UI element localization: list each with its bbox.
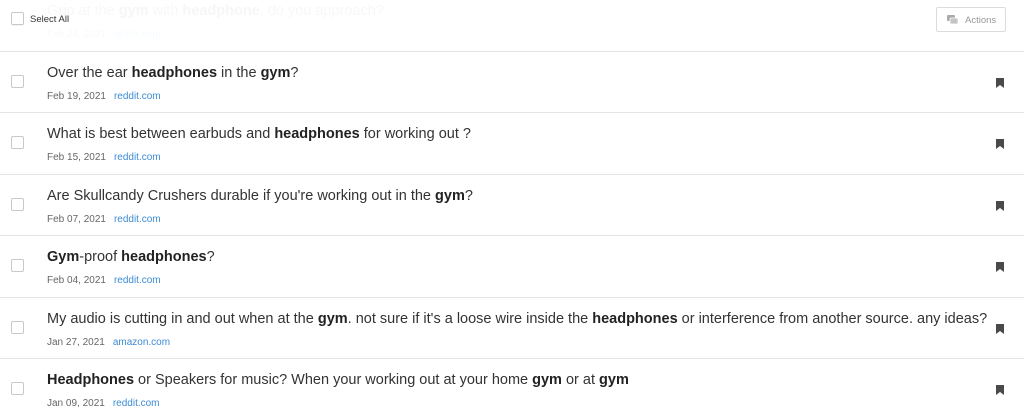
title-text: Are Skullcandy Crushers durable if you'r… <box>47 187 436 204</box>
title-text: ? <box>464 187 473 204</box>
result-source-link[interactable]: reddit.com <box>114 152 161 163</box>
title-text: -proof <box>79 249 122 265</box>
result-row: Headphones or Speakers for music? When y… <box>0 359 1024 418</box>
bookmark-icon[interactable] <box>996 77 1004 88</box>
result-source-link[interactable]: amazon.com <box>113 337 170 348</box>
result-checkbox[interactable] <box>11 136 24 150</box>
bookmark-icon[interactable] <box>996 262 1004 273</box>
result-meta: Feb 04, 2021 reddit.com <box>47 275 161 286</box>
result-date: Jan 09, 2021 <box>47 398 105 409</box>
title-text: My audio is cutting in and out when at t… <box>47 310 318 327</box>
result-checkbox[interactable] <box>11 74 24 88</box>
result-title[interactable]: Gym-proof headphones? <box>47 249 215 265</box>
title-text: or interference from another source. any… <box>677 310 988 327</box>
highlighted-keyword: headphones <box>274 126 360 142</box>
result-date: Feb 19, 2021 <box>47 90 106 102</box>
result-meta: Feb 19, 2021 reddit.com <box>47 91 161 102</box>
result-checkbox[interactable] <box>11 382 24 396</box>
result-row: What is best between earbuds and headpho… <box>0 113 1024 175</box>
result-row: Are Skullcandy Crushers durable if you'r… <box>0 175 1024 236</box>
title-text: . not sure if it's a loose wire inside t… <box>347 310 593 327</box>
title-text: in the <box>217 64 261 81</box>
result-row: Gym-proof headphones? Feb 04, 2021 reddit.… <box>0 236 1024 298</box>
result-date: Feb 04, 2021 <box>47 275 106 286</box>
bookmark-icon[interactable] <box>996 323 1004 334</box>
result-title[interactable]: Over the ear headphones in the gym? <box>47 65 298 81</box>
bookmark-icon[interactable] <box>996 385 1004 396</box>
bookmark-icon[interactable] <box>996 139 1004 150</box>
actions-label: Actions <box>965 15 997 26</box>
title-text: for working out ? <box>359 126 471 142</box>
result-title[interactable]: Are Skullcandy Crushers durable if you'r… <box>47 188 473 204</box>
result-title[interactable]: My audio is cutting in and out when at t… <box>47 311 987 327</box>
title-text: Over the ear <box>47 64 132 81</box>
result-list: Grip at the gym with headphone, do you a… <box>0 0 1024 418</box>
result-meta: Jan 09, 2021 reddit.com <box>47 398 160 409</box>
result-title[interactable]: What is best between earbuds and headpho… <box>47 126 471 142</box>
highlighted-keyword: gym <box>317 310 348 327</box>
result-source-link[interactable]: reddit.com <box>113 398 160 409</box>
select-all-label[interactable]: Select All <box>30 14 69 25</box>
highlighted-keyword: headphones <box>592 310 678 327</box>
result-date: Feb 15, 2021 <box>47 152 106 163</box>
highlighted-keyword: headphones <box>121 249 207 265</box>
result-source-link[interactable]: reddit.com <box>114 91 161 102</box>
result-title[interactable]: Headphones or Speakers for music? When y… <box>47 372 629 388</box>
highlighted-keyword: Gym <box>47 249 80 265</box>
result-row: My audio is cutting in and out when at t… <box>0 298 1024 359</box>
result-source-link[interactable]: reddit.com <box>114 214 161 225</box>
highlighted-keyword: headphones <box>131 64 218 81</box>
highlighted-keyword: gym <box>599 372 629 388</box>
title-text: ? <box>206 249 215 265</box>
highlighted-keyword: gym <box>435 187 465 204</box>
result-date: Feb 07, 2021 <box>47 213 106 225</box>
title-text: ? <box>290 64 299 81</box>
result-row: Over the ear headphones in the gym? Feb 1… <box>0 52 1024 113</box>
bookmark-icon[interactable] <box>996 200 1004 211</box>
actions-button[interactable]: Actions <box>936 7 1006 32</box>
select-all-checkbox[interactable] <box>11 12 24 25</box>
result-meta: Jan 27, 2021 amazon.com <box>47 337 170 348</box>
list-toolbar: Select All Actions <box>0 0 1024 38</box>
highlighted-keyword: gym <box>260 64 291 81</box>
title-text: or at <box>561 372 600 388</box>
result-meta: Feb 07, 2021 reddit.com <box>47 214 161 225</box>
title-text: or Speakers for music? When your working… <box>134 372 533 388</box>
comment-icon <box>947 15 959 25</box>
result-checkbox[interactable] <box>11 197 24 211</box>
highlighted-keyword: gym <box>532 372 562 388</box>
highlighted-keyword: Headphones <box>47 372 135 388</box>
title-text: What is best between earbuds and <box>47 126 275 142</box>
result-source-link[interactable]: reddit.com <box>114 275 161 286</box>
result-checkbox[interactable] <box>11 259 24 273</box>
result-checkbox[interactable] <box>11 320 24 334</box>
result-date: Jan 27, 2021 <box>47 336 105 348</box>
result-meta: Feb 15, 2021 reddit.com <box>47 152 161 163</box>
